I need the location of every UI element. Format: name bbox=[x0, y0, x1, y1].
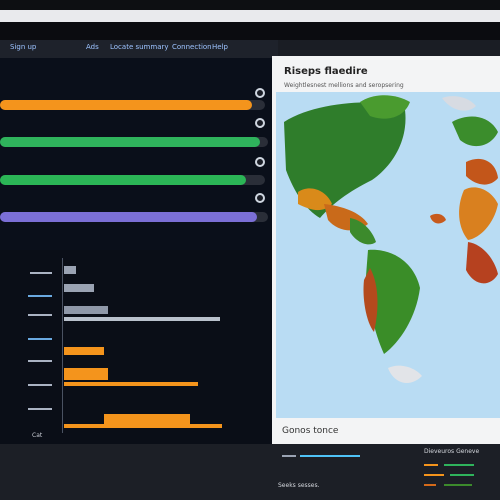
tick-mark bbox=[28, 314, 52, 316]
map-subtitle: Weightlesnest mellions and seropsering bbox=[284, 82, 404, 89]
progress-fill-green2 bbox=[0, 175, 247, 185]
bar bbox=[64, 306, 108, 314]
menu-item-connection[interactable]: Connection bbox=[172, 43, 212, 51]
progress-green bbox=[0, 137, 268, 147]
bar bbox=[64, 317, 220, 321]
progress-fill-orange bbox=[0, 100, 252, 110]
tick-mark bbox=[28, 338, 52, 340]
menu-item-help[interactable]: Help bbox=[212, 43, 228, 51]
bar bbox=[64, 424, 222, 428]
tick-mark bbox=[28, 384, 52, 386]
progress-fill-purple bbox=[0, 212, 258, 222]
bar bbox=[64, 368, 108, 380]
legend-title: Dieveuros Geneve bbox=[424, 448, 480, 455]
world-map-svg bbox=[284, 95, 498, 383]
lower-left-label: Cat bbox=[32, 432, 43, 439]
legend-item bbox=[424, 464, 438, 466]
bar bbox=[64, 347, 104, 355]
menu-item-ads[interactable]: Ads bbox=[86, 43, 99, 51]
legend-line bbox=[282, 455, 296, 457]
progress-fill-green bbox=[0, 137, 260, 147]
progress-dot-green2[interactable] bbox=[255, 157, 265, 167]
bar bbox=[64, 382, 198, 386]
progress-green2 bbox=[0, 175, 265, 185]
chart-axis bbox=[62, 258, 63, 433]
map-footer: Gonos tonce bbox=[282, 426, 339, 436]
progress-purple bbox=[0, 212, 268, 222]
legend-item bbox=[444, 464, 474, 466]
legend-item bbox=[424, 474, 444, 476]
map-title: Riseps flaedire bbox=[284, 66, 368, 77]
screen-bezel-top bbox=[0, 0, 500, 10]
progress-dot-purple[interactable] bbox=[255, 193, 265, 203]
tick-mark bbox=[28, 295, 52, 297]
bar bbox=[64, 284, 94, 292]
browser-chrome bbox=[0, 10, 500, 22]
menu-item-signup[interactable]: Sign up bbox=[10, 43, 36, 51]
world-map[interactable] bbox=[276, 92, 500, 418]
menu-item-locate-summary[interactable]: Locate summary bbox=[110, 43, 169, 51]
progress-dot-orange[interactable] bbox=[255, 88, 265, 98]
progress-dot-green[interactable] bbox=[255, 118, 265, 128]
legend-line bbox=[300, 455, 360, 457]
legend-item bbox=[450, 474, 474, 476]
tick-mark bbox=[28, 360, 52, 362]
bar bbox=[64, 266, 76, 274]
legend-item bbox=[424, 484, 436, 486]
legend-center-text: Seeks sesses. bbox=[278, 482, 320, 489]
tick-mark bbox=[30, 272, 52, 274]
tick-mark bbox=[28, 408, 52, 410]
legend-item bbox=[444, 484, 472, 486]
browser-toolbar bbox=[0, 22, 500, 40]
menu-bar: Sign up Ads Locate summary Connection He… bbox=[0, 40, 278, 58]
progress-orange bbox=[0, 100, 265, 110]
